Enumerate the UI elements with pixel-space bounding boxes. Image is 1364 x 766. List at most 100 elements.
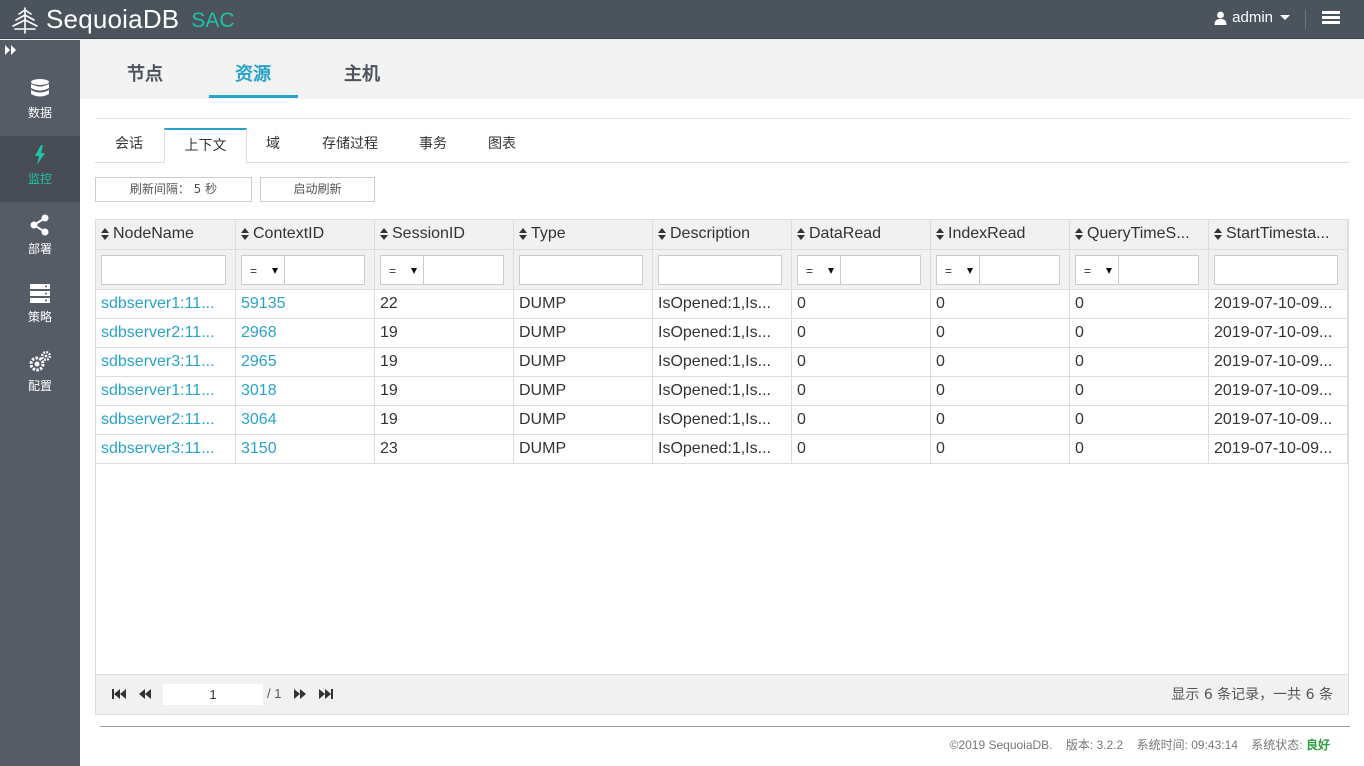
cell-contextid[interactable]: 2965	[236, 348, 375, 377]
caret-down-icon	[411, 268, 417, 274]
sidebar-item-deploy[interactable]: 部署	[0, 206, 80, 272]
tab-hosts[interactable]: 主机	[344, 60, 380, 86]
divider	[96, 118, 1350, 119]
column-header-description[interactable]: Description	[653, 220, 792, 250]
cell-indexread: 0	[931, 290, 1070, 319]
filter-value-indexread[interactable]	[979, 255, 1060, 285]
next-page-icon[interactable]	[292, 686, 308, 702]
cell-dataread: 0	[792, 348, 931, 377]
last-page-icon[interactable]	[318, 686, 334, 702]
cell-sessionid: 19	[375, 377, 514, 406]
column-header-label: Description	[670, 225, 751, 242]
filter-input-starttimestamp[interactable]	[1214, 255, 1338, 285]
column-header-querytime[interactable]: QueryTimeS...	[1070, 220, 1209, 250]
table-row[interactable]: sdbserver1:11... 3018 19 DUMP IsOpened:1,Is.…	[96, 377, 1348, 406]
cell-contextid[interactable]: 59135	[236, 290, 375, 319]
cell-dataread: 0	[792, 290, 931, 319]
first-page-icon[interactable]	[111, 686, 127, 702]
prev-page-icon[interactable]	[137, 686, 153, 702]
cell-contextid[interactable]: 3018	[236, 377, 375, 406]
tab-domains[interactable]: 域	[247, 128, 299, 163]
tab-contexts[interactable]: 上下文	[164, 128, 247, 164]
table-row[interactable]: sdbserver2:11... 2968 19 DUMP IsOpened:1,Is.…	[96, 319, 1348, 348]
expand-sidebar-icon[interactable]	[5, 44, 17, 58]
table-row[interactable]: sdbserver3:11... 3150 23 DUMP IsOpened:1,Is.…	[96, 435, 1348, 464]
cell-starttimestamp: 2019-07-10-09...	[1209, 290, 1348, 319]
user-menu[interactable]: admin	[1214, 9, 1290, 26]
sort-icon	[101, 227, 109, 240]
tab-sessions[interactable]: 会话	[95, 128, 163, 163]
start-refresh-button[interactable]: 启动刷新	[260, 177, 375, 202]
module-tabs: 节点 资源 主机	[80, 40, 1364, 99]
refresh-interval-button[interactable]: 刷新间隔： 5 秒	[95, 177, 252, 202]
brand-name: SequoiaDB	[46, 4, 180, 34]
version: 版本: 3.2.2	[1065, 738, 1124, 752]
sidebar-item-label: 监控	[27, 172, 52, 186]
filter-input-description[interactable]	[658, 255, 782, 285]
operator-select-contextid[interactable]: =	[241, 255, 285, 285]
tab-nodes[interactable]: 节点	[127, 60, 163, 86]
caret-down-icon	[272, 268, 278, 274]
sort-icon	[380, 227, 388, 240]
cell-nodename[interactable]: sdbserver3:11...	[96, 435, 236, 464]
filter-value-sessionid[interactable]	[423, 255, 504, 285]
table-filter-row: = = = = =	[96, 250, 1348, 290]
sidebar-item-monitor[interactable]: 监控	[0, 136, 80, 202]
sidebar-item-data[interactable]: 数据	[0, 70, 80, 136]
table-row[interactable]: sdbserver3:11... 2965 19 DUMP IsOpened:1,Is.…	[96, 348, 1348, 377]
lightning-icon	[35, 145, 45, 165]
column-header-nodename[interactable]: NodeName	[96, 220, 236, 250]
cell-nodename[interactable]: sdbserver2:11...	[96, 319, 236, 348]
status-label: 系统状态:	[1251, 738, 1303, 752]
filter-value-dataread[interactable]	[840, 255, 921, 285]
topbar-divider	[1305, 9, 1306, 29]
sort-icon	[797, 227, 805, 240]
table-row[interactable]: sdbserver2:11... 3064 19 DUMP IsOpened:1,Is.…	[96, 406, 1348, 435]
cell-starttimestamp: 2019-07-10-09...	[1209, 377, 1348, 406]
column-header-type[interactable]: Type	[514, 220, 653, 250]
column-header-contextid[interactable]: ContextID	[236, 220, 375, 250]
cell-nodename[interactable]: sdbserver2:11...	[96, 406, 236, 435]
cell-sessionid: 19	[375, 319, 514, 348]
page-number-input[interactable]: 1	[163, 684, 263, 705]
brand-logo[interactable]: SequoiaDB SAC	[10, 4, 235, 35]
operator-select-indexread[interactable]: =	[936, 255, 980, 285]
cell-contextid[interactable]: 2968	[236, 319, 375, 348]
column-header-label: IndexRead	[948, 225, 1026, 242]
cell-contextid[interactable]: 3064	[236, 406, 375, 435]
sidebar-item-config[interactable]: 配置	[0, 343, 80, 409]
column-header-dataread[interactable]: DataRead	[792, 220, 931, 250]
operator-select-sessionid[interactable]: =	[380, 255, 424, 285]
filter-value-contextid[interactable]	[284, 255, 365, 285]
tab-resources[interactable]: 资源	[235, 60, 271, 86]
cell-nodename[interactable]: sdbserver3:11...	[96, 348, 236, 377]
column-header-indexread[interactable]: IndexRead	[931, 220, 1070, 250]
cell-indexread: 0	[931, 406, 1070, 435]
operator-select-querytime[interactable]: =	[1075, 255, 1119, 285]
menu-icon[interactable]	[1322, 11, 1340, 25]
column-header-sessionid[interactable]: SessionID	[375, 220, 514, 250]
cell-nodename[interactable]: sdbserver1:11...	[96, 377, 236, 406]
filter-input-nodename[interactable]	[101, 255, 226, 285]
column-header-starttimestamp[interactable]: StartTimesta...	[1209, 220, 1348, 250]
sidebar-item-label: 策略	[27, 310, 52, 324]
tab-charts[interactable]: 图表	[471, 128, 533, 163]
cell-contextid[interactable]: 3150	[236, 435, 375, 464]
server-rack-icon	[30, 284, 50, 303]
table-row[interactable]: sdbserver1:11... 59135 22 DUMP IsOpened:1,Is…	[96, 290, 1348, 319]
filter-cell: =	[931, 250, 1070, 290]
tab-procedures[interactable]: 存储过程	[305, 128, 395, 163]
filter-input-type[interactable]	[519, 255, 643, 285]
sidebar-item-policy[interactable]: 策略	[0, 274, 80, 340]
column-header-label: DataRead	[809, 225, 882, 242]
operator-select-dataread[interactable]: =	[797, 255, 841, 285]
column-header-label: StartTimesta...	[1226, 225, 1330, 242]
cell-description: IsOpened:1,Is...	[653, 290, 792, 319]
sidebar-item-label: 部署	[27, 242, 52, 256]
cell-dataread: 0	[792, 319, 931, 348]
caret-down-icon	[967, 268, 973, 274]
cell-nodename[interactable]: sdbserver1:11...	[96, 290, 236, 319]
tab-transactions[interactable]: 事务	[401, 128, 465, 163]
filter-value-querytime[interactable]	[1118, 255, 1199, 285]
column-header-label: ContextID	[253, 225, 325, 242]
